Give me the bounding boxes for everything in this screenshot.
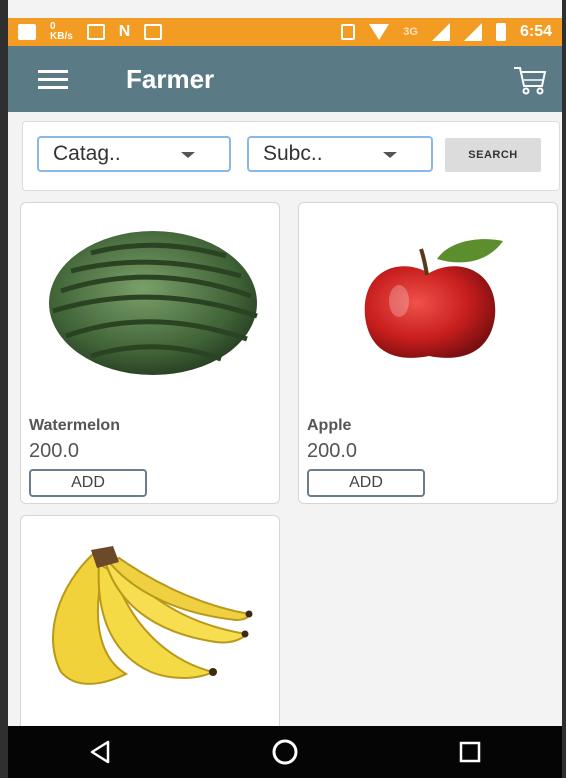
- battery-icon: [495, 23, 506, 41]
- system-nav-bar: [8, 726, 562, 778]
- cart-icon[interactable]: [512, 64, 548, 96]
- status-left-icons: 0 KB/s N: [18, 21, 163, 42]
- menu-icon[interactable]: [38, 70, 68, 90]
- status-time: 6:54: [519, 23, 552, 40]
- category-dropdown[interactable]: Catag..: [37, 136, 231, 172]
- search-button[interactable]: SEARCH: [445, 138, 541, 172]
- n-notification-icon: N: [118, 23, 131, 40]
- subcategory-value: Subc..: [263, 142, 323, 165]
- product-name: Watermelon: [29, 417, 120, 434]
- wifi-icon: [369, 24, 390, 40]
- status-bar: 0 KB/s N 3G 6:54: [8, 18, 562, 46]
- product-price: 200.0: [307, 440, 358, 462]
- product-name: Apple: [307, 417, 352, 434]
- watermelon-image: [49, 231, 258, 375]
- product-card[interactable]: Watermelon 200.0 ADD: [20, 202, 280, 504]
- home-icon[interactable]: [265, 732, 305, 772]
- banana-image: [52, 546, 253, 685]
- network-type-label: 3G: [403, 26, 418, 38]
- app-bar: Farmer: [8, 46, 562, 112]
- add-button[interactable]: ADD: [29, 469, 147, 497]
- dropdown-arrow-icon: [383, 152, 397, 158]
- signal-icon-2: [463, 23, 482, 41]
- vibrate-icon: [341, 24, 356, 40]
- product-card[interactable]: [20, 515, 280, 735]
- dropdown-arrow-icon: [181, 152, 195, 158]
- data-speed-icon: 0 KB/s: [50, 21, 73, 42]
- category-value: Catag..: [53, 142, 121, 165]
- facebook-icon: [18, 24, 36, 40]
- calendar-icon: [144, 24, 163, 40]
- recents-icon[interactable]: [450, 732, 490, 772]
- add-button[interactable]: ADD: [307, 469, 425, 497]
- status-right-icons: 3G 6:54: [341, 23, 552, 41]
- image-icon: [86, 24, 105, 40]
- app-title: Farmer: [126, 64, 215, 94]
- subcategory-dropdown[interactable]: Subc..: [247, 136, 433, 172]
- product-card[interactable]: Apple 200.0 ADD: [298, 202, 558, 504]
- signal-icon: [431, 23, 450, 41]
- product-price: 200.0: [29, 440, 80, 462]
- apple-image: [364, 239, 503, 358]
- back-icon[interactable]: [80, 732, 120, 772]
- filter-panel: Catag.. Subc.. SEARCH: [22, 121, 560, 191]
